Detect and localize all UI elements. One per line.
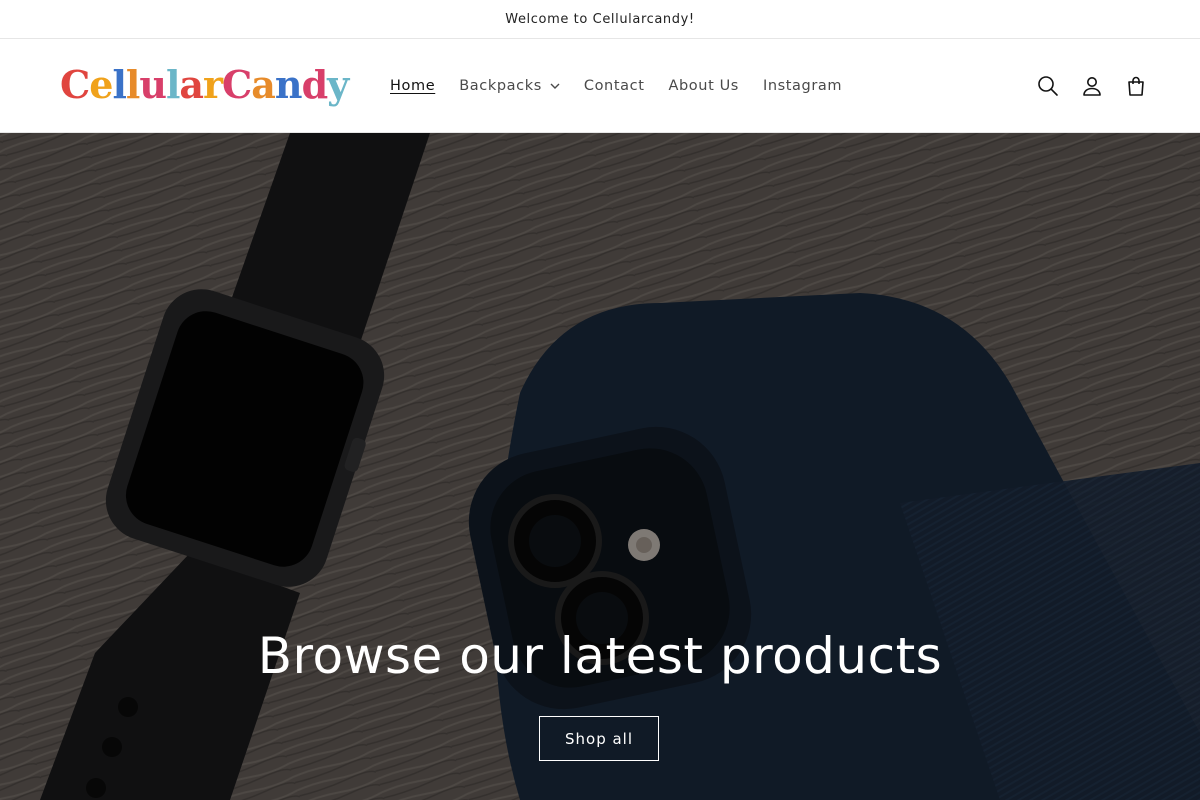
- cart-button[interactable]: [1118, 68, 1154, 104]
- main-nav: Home Backpacks Contact About Us Instagra…: [378, 39, 854, 132]
- nav-instagram[interactable]: Instagram: [751, 71, 854, 101]
- nav-contact-label: Contact: [583, 77, 645, 94]
- nav-contact[interactable]: Contact: [572, 71, 657, 101]
- nav-about-us-label: About Us: [668, 77, 739, 94]
- shop-all-label: Shop all: [564, 729, 634, 748]
- account-button[interactable]: [1074, 68, 1110, 104]
- nav-home[interactable]: Home: [378, 71, 447, 101]
- hero-title: Browse our latest products: [257, 627, 943, 685]
- shop-all-button[interactable]: Shop all: [539, 716, 659, 761]
- site-logo[interactable]: CellularCandy: [52, 56, 349, 114]
- search-button[interactable]: [1030, 68, 1066, 104]
- header-icons: [1030, 39, 1154, 132]
- hero-image: [0, 133, 1200, 800]
- nav-backpacks-label: Backpacks: [459, 77, 542, 94]
- cart-icon: [1128, 76, 1144, 96]
- logo-wordmark: CellularCandy: [60, 62, 349, 107]
- announcement-text: Welcome to Cellularcandy!: [505, 11, 695, 27]
- site-header: CellularCandy Home Backpacks Contact Abo…: [0, 39, 1200, 133]
- nav-instagram-label: Instagram: [762, 77, 843, 94]
- nav-home-label: Home: [390, 77, 436, 94]
- search-icon: [1038, 75, 1058, 96]
- nav-backpacks[interactable]: Backpacks: [447, 71, 572, 101]
- account-icon: [1083, 76, 1101, 96]
- chevron-down-icon: [550, 83, 560, 89]
- hero-banner: Browse our latest products Shop all: [0, 133, 1200, 800]
- nav-about-us[interactable]: About Us: [656, 71, 750, 101]
- announcement-bar: Welcome to Cellularcandy!: [0, 0, 1200, 39]
